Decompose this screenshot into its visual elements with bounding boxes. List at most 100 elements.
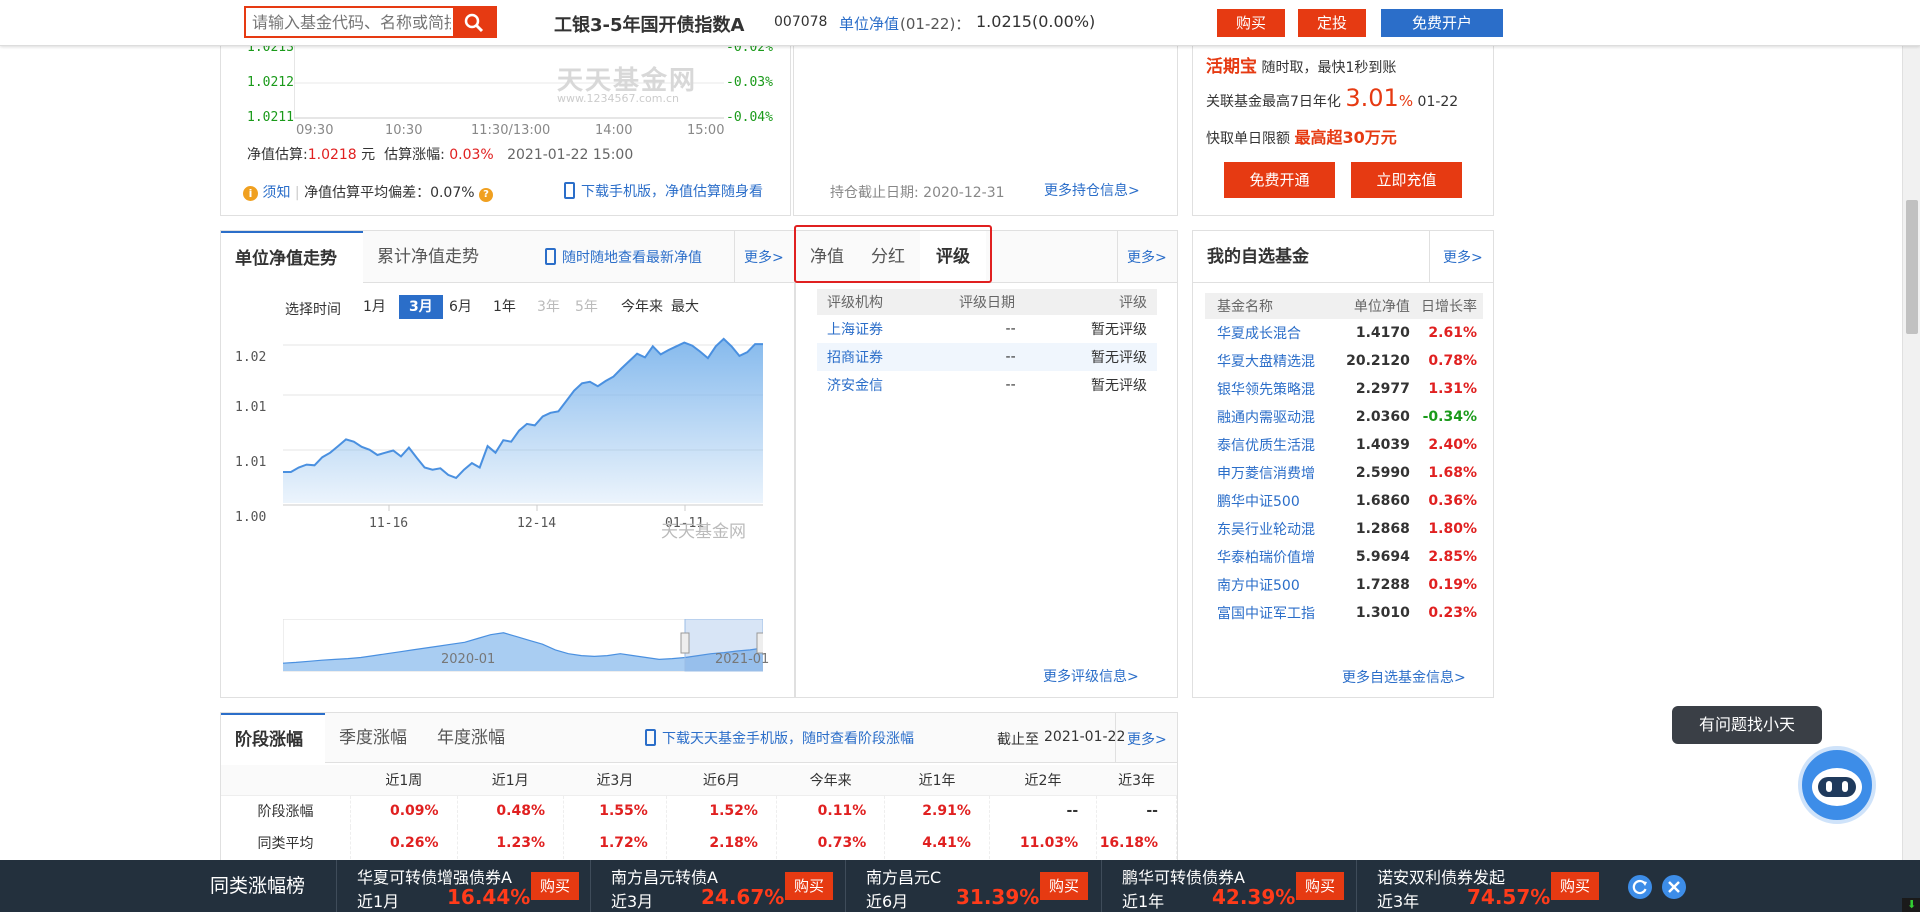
- watchlist-change: 0.78%: [1428, 353, 1477, 369]
- watchlist-fund-link[interactable]: 南方中证500: [1205, 571, 1335, 599]
- tab-stage-change[interactable]: 阶段涨幅: [221, 713, 325, 764]
- estimate-x-label: 10:30: [385, 123, 423, 138]
- navigator-handle[interactable]: [756, 632, 763, 654]
- performance-value: 0.09%: [350, 795, 458, 827]
- search-button[interactable]: [453, 8, 495, 36]
- range-button[interactable]: 今年来: [621, 295, 663, 319]
- tab-year-change[interactable]: 年度涨幅: [437, 713, 517, 765]
- range-button[interactable]: 1年: [493, 295, 516, 319]
- rating-value: 暂无评级: [1091, 350, 1147, 366]
- y-tick-label: 1.00: [235, 510, 266, 525]
- rating-value: 暂无评级: [1091, 322, 1147, 338]
- performance-header: 近6月: [666, 765, 777, 796]
- range-button[interactable]: 最大: [671, 295, 699, 319]
- estimate-time: 2021-01-22 15:00: [507, 147, 634, 163]
- performance-value: 2.91%: [884, 795, 990, 827]
- range-button[interactable]: 6月: [449, 295, 472, 319]
- ranking-buy-button[interactable]: 购买: [785, 872, 833, 900]
- scrollbar-thumb[interactable]: [1906, 200, 1918, 334]
- watchlist-more-link[interactable]: 更多>: [1443, 247, 1483, 267]
- watchlist-fund-link[interactable]: 富国中证军工指: [1205, 599, 1335, 627]
- performance-header: 今年来: [776, 765, 885, 796]
- performance-value: 1.55%: [563, 795, 667, 827]
- watchlist-fund-link[interactable]: 华夏大盘精选混: [1205, 347, 1335, 375]
- nav-download-link[interactable]: 随时随地查看最新净值: [545, 247, 702, 267]
- ranking-buy-button[interactable]: 购买: [1296, 872, 1344, 900]
- help-icon[interactable]: ?: [479, 188, 494, 202]
- y-tick-label: 1.01: [235, 455, 266, 470]
- range-button[interactable]: 1月: [363, 295, 386, 319]
- rating-more-info-link[interactable]: 更多评级信息>: [1043, 666, 1139, 686]
- scrollbar[interactable]: [1902, 0, 1920, 860]
- watchlist-nav: 2.5990: [1355, 465, 1410, 481]
- performance-value: 0.11%: [776, 795, 886, 827]
- ranking-period: 近6月: [866, 892, 909, 911]
- fixed-invest-button[interactable]: 定投: [1298, 9, 1366, 37]
- ranking-value: 42.39%: [1212, 885, 1296, 909]
- watchlist-fund-link[interactable]: 东吴行业轮动混: [1205, 515, 1335, 543]
- watchlist-fund-link[interactable]: 鹏华中证500: [1205, 487, 1335, 515]
- promo-brand[interactable]: 活期宝: [1206, 57, 1257, 77]
- nav-chart-more-link[interactable]: 更多>: [744, 247, 784, 267]
- promo-open-button[interactable]: 免费开通: [1224, 162, 1335, 198]
- rating-header: 评级: [1037, 289, 1157, 315]
- tab-cumulative-nav[interactable]: 累计净值走势: [377, 231, 517, 283]
- chatbot-bubble[interactable]: 有问题找小天: [1672, 706, 1822, 744]
- range-button[interactable]: 3年: [537, 295, 560, 319]
- watchlist-fund-link[interactable]: 华夏成长混合: [1205, 319, 1335, 347]
- watchlist-row: 申万菱信消费增 2.5990 1.68%: [1205, 459, 1483, 487]
- range-button[interactable]: 3月: [399, 295, 443, 319]
- rating-more-link[interactable]: 更多>: [1127, 247, 1167, 267]
- promo-yield-value: 3.01: [1345, 84, 1399, 112]
- navigator-label: 2021-01: [715, 652, 770, 667]
- watchlist-row: 华泰柏瑞价值增 5.9694 2.85%: [1205, 543, 1483, 571]
- watchlist-fund-link[interactable]: 融通内需驱动混: [1205, 403, 1335, 431]
- watchlist-change: 0.19%: [1428, 577, 1477, 593]
- nav-label-link[interactable]: 单位净值: [839, 13, 899, 34]
- watchlist-change: 1.80%: [1428, 521, 1477, 537]
- performance-download-text: 下载天天基金手机版，随时查看阶段涨幅: [662, 731, 914, 747]
- rating-table: 评级机构 评级日期 评级 上海证券 -- 暂无评级 招商证券 -- 暂无评级 济安金信 -- 暂…: [817, 289, 1157, 399]
- performance-header: 近1年: [884, 765, 990, 796]
- watchlist-fund-link[interactable]: 银华领先策略混: [1205, 375, 1335, 403]
- performance-value: 1.52%: [666, 795, 777, 827]
- range-navigator[interactable]: [283, 619, 763, 679]
- performance-tabs: 阶段涨幅 季度涨幅 年度涨幅 下载天天基金手机版，随时查看阶段涨幅 截止至 20…: [221, 713, 1177, 765]
- ranking-buy-button[interactable]: 购买: [1040, 872, 1088, 900]
- watchlist-fund-link[interactable]: 华泰柏瑞价值增: [1205, 543, 1335, 571]
- watchlist-fund-link[interactable]: 泰信优质生活混: [1205, 431, 1335, 459]
- download-estimate-link[interactable]: 下载手机版，净值估算随身看: [564, 181, 763, 201]
- performance-table: 近1周 近1月 近3月 近6月 今年来 近1年 近2年 近3年 阶段涨幅 0.09% 0.48% 1.…: [221, 765, 1177, 859]
- refresh-button[interactable]: [1628, 875, 1652, 899]
- close-button[interactable]: [1662, 875, 1686, 899]
- range-button[interactable]: 5年: [575, 295, 598, 319]
- holdings-more-link[interactable]: 更多持仓信息>: [1044, 180, 1140, 200]
- watchlist-row: 银华领先策略混 2.2977 1.31%: [1205, 375, 1483, 403]
- watchlist-fund-link[interactable]: 申万菱信消费增: [1205, 459, 1335, 487]
- rating-org-link[interactable]: 上海证券: [817, 315, 936, 343]
- rating-org-link[interactable]: 济安金信: [817, 371, 936, 399]
- ranking-buy-button[interactable]: 购买: [1551, 872, 1599, 900]
- performance-more-link[interactable]: 更多>: [1127, 729, 1167, 749]
- estimate-summary: 净值估算:1.0218 元 估算涨幅: 0.03% 2021-01-22 15:…: [247, 144, 633, 164]
- buy-button[interactable]: 购买: [1217, 9, 1285, 37]
- watchlist-more-info-link[interactable]: 更多自选基金信息>: [1342, 667, 1466, 687]
- performance-value: 1.72%: [563, 827, 667, 859]
- ranking-period: 近3年: [1377, 892, 1420, 911]
- search-input[interactable]: [246, 8, 451, 36]
- open-account-button[interactable]: 免费开户: [1381, 9, 1503, 37]
- tab-quarter-change[interactable]: 季度涨幅: [339, 713, 419, 765]
- performance-download-link[interactable]: 下载天天基金手机版，随时查看阶段涨幅: [645, 728, 914, 748]
- promo-topup-button[interactable]: 立即充值: [1351, 162, 1462, 198]
- ranking-fund-name[interactable]: 南方昌元C: [866, 864, 941, 888]
- performance-header: 近1周: [350, 765, 458, 796]
- rating-org-link[interactable]: 招商证券: [817, 343, 936, 371]
- ranking-buy-button[interactable]: 购买: [531, 872, 579, 900]
- phone-icon: [545, 248, 556, 265]
- watchlist-row: 华夏大盘精选混 20.2120 0.78%: [1205, 347, 1483, 375]
- tab-unit-nav[interactable]: 单位净值走势: [221, 231, 363, 284]
- navigator-handle[interactable]: [680, 632, 690, 654]
- chatbot-avatar[interactable]: [1798, 746, 1876, 824]
- notice-link[interactable]: 须知: [262, 185, 290, 201]
- rating-row: 招商证券 -- 暂无评级: [817, 343, 1157, 371]
